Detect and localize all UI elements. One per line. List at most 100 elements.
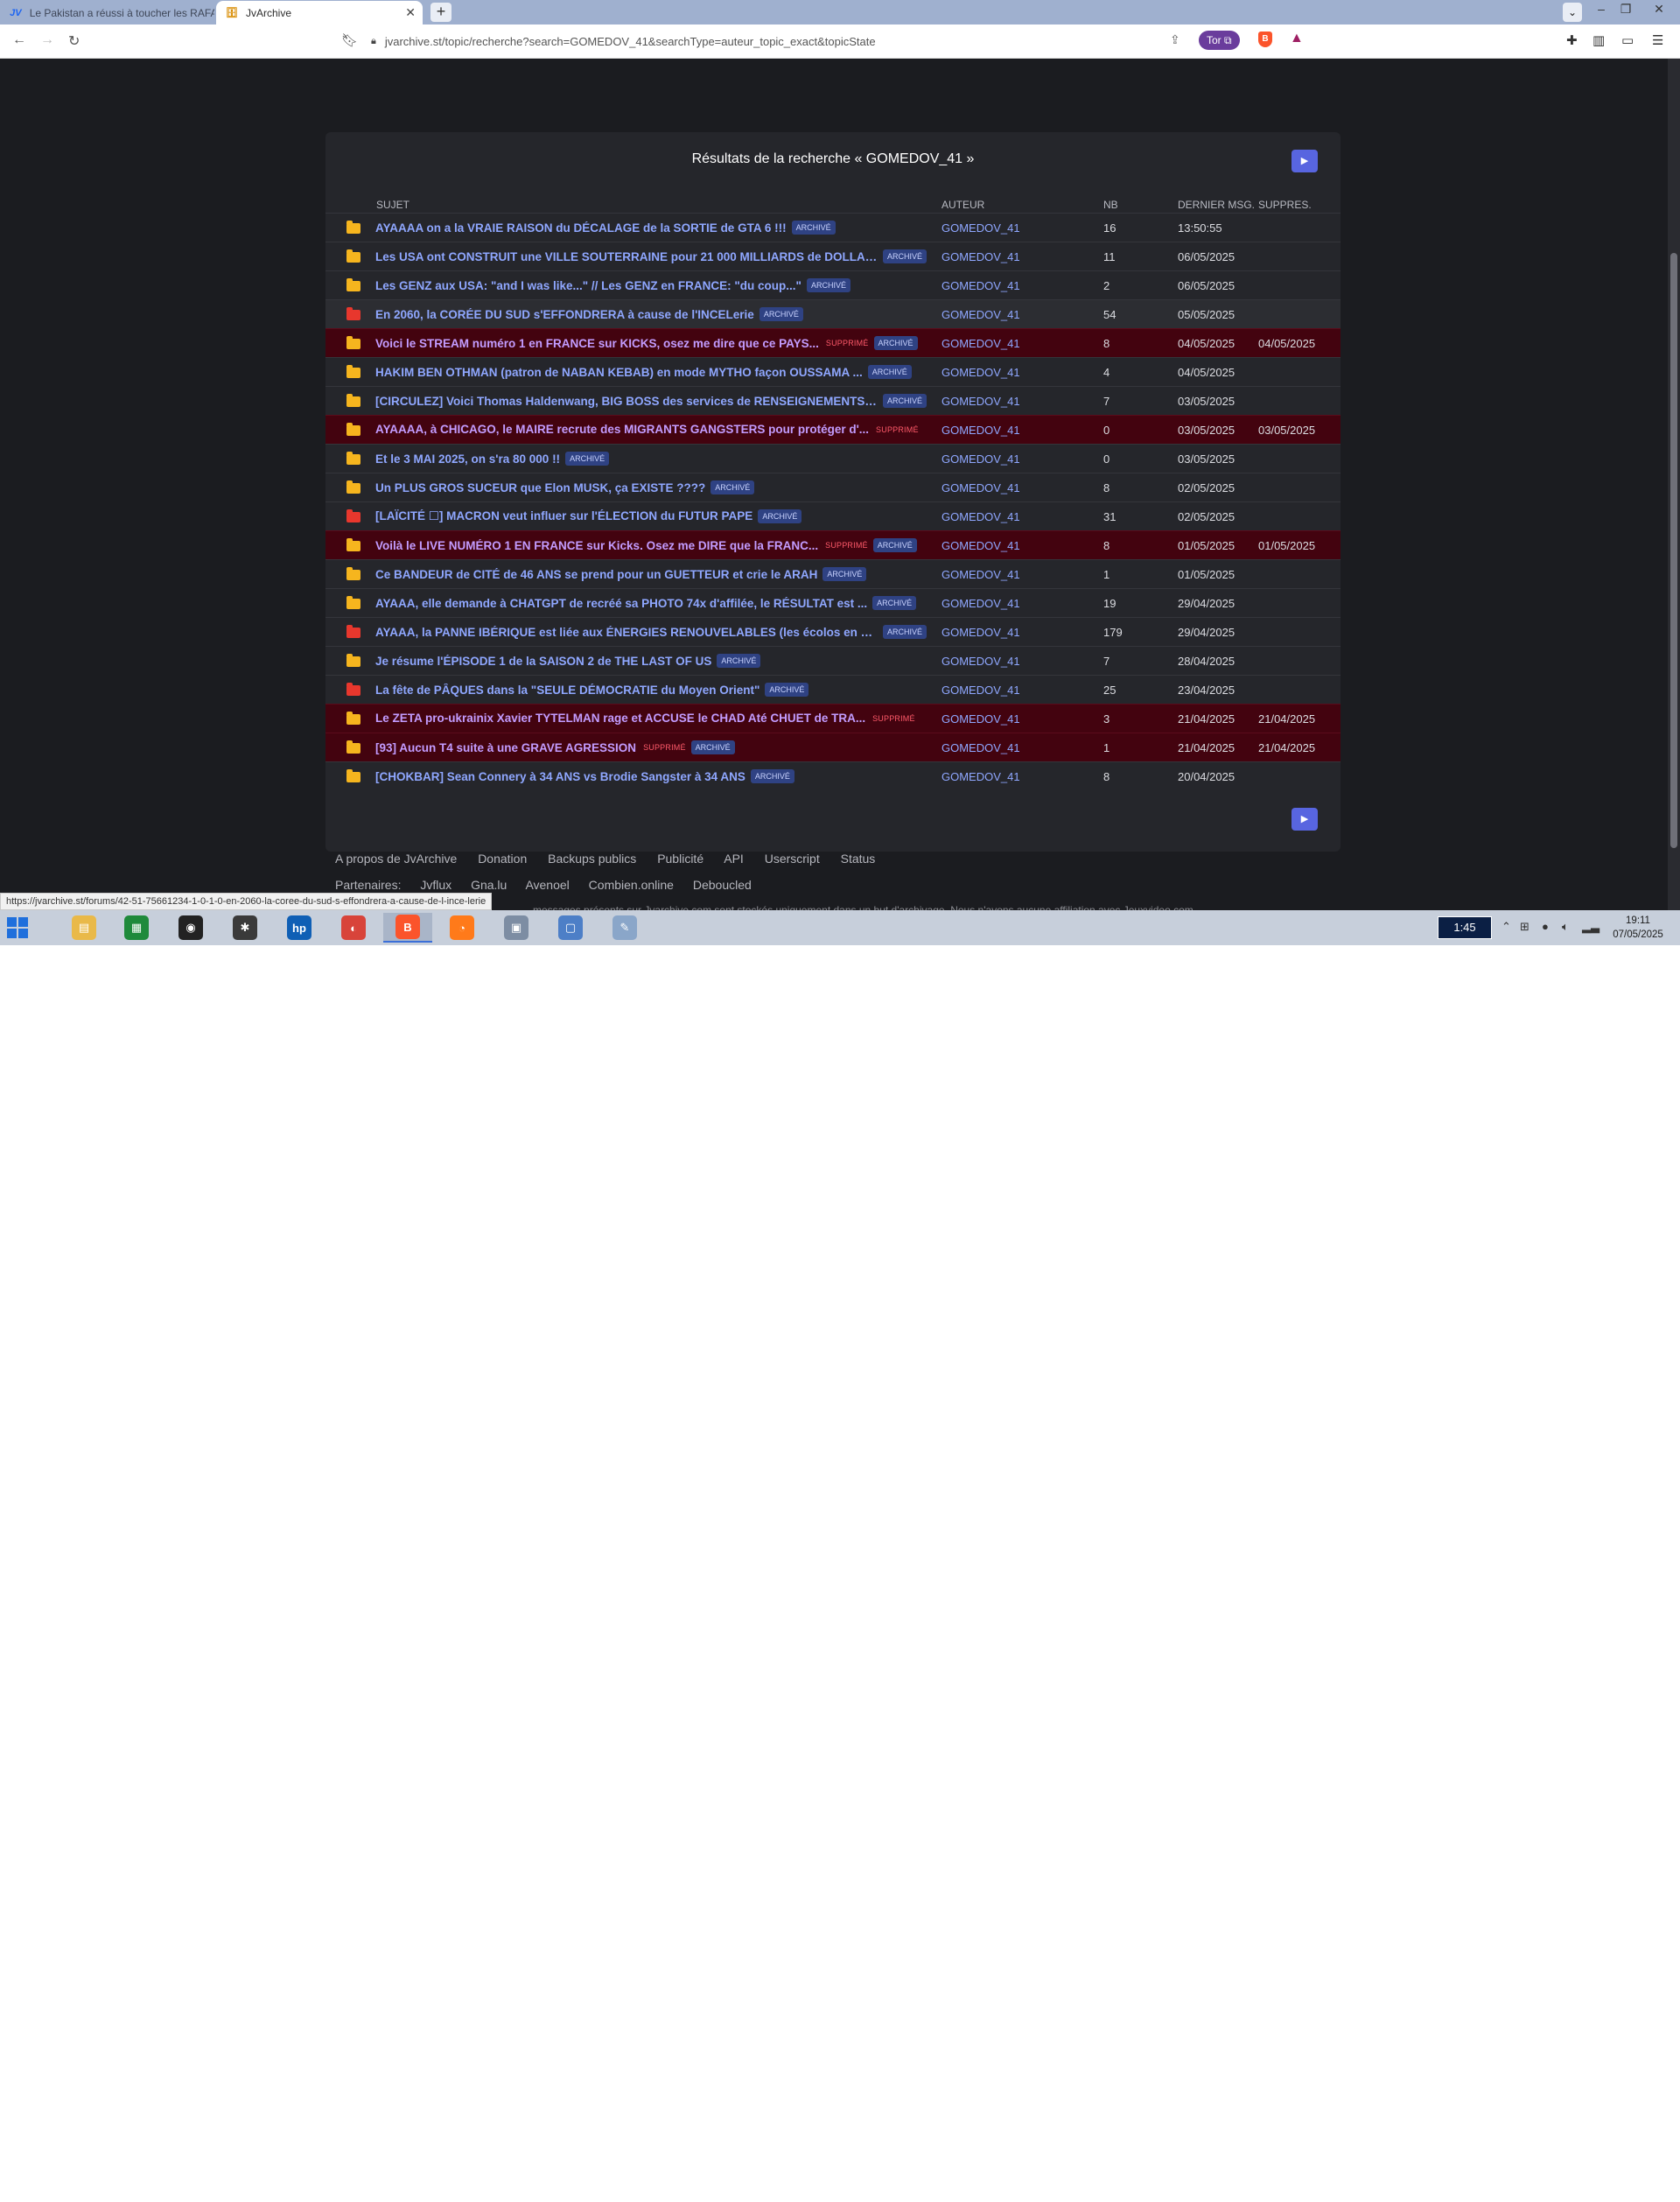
- page-scrollbar[interactable]: [1668, 59, 1680, 910]
- restore-icon[interactable]: ❐: [1612, 0, 1640, 19]
- topic-link[interactable]: [CIRCULEZ] Voici Thomas Haldenwang, BIG …: [375, 395, 878, 408]
- topic-last-message: 21/04/2025: [1178, 741, 1236, 754]
- topic-author-link[interactable]: GOMEDOV_41: [942, 684, 1020, 697]
- tab-search-chevron-icon[interactable]: ⌄: [1563, 3, 1582, 22]
- weather-tray-icon[interactable]: ●: [1542, 920, 1549, 933]
- topic-author-link[interactable]: GOMEDOV_41: [942, 568, 1020, 581]
- partner-link-deboucled[interactable]: Deboucled: [693, 878, 752, 892]
- tab-jvarchive[interactable]: 🗄 JvArchive ✕: [216, 1, 423, 25]
- partner-link-gnalu[interactable]: Gna.lu: [471, 878, 507, 892]
- camera-app-icon[interactable]: ◉: [166, 913, 215, 943]
- topic-author-link[interactable]: GOMEDOV_41: [942, 741, 1020, 754]
- sidebar-icon[interactable]: ▥: [1592, 32, 1605, 48]
- table-body: AYAAAA on a la VRAIE RAISON du DÉCALAGE …: [326, 213, 1340, 790]
- next-page-button[interactable]: ▶: [1292, 150, 1318, 172]
- topic-author-link[interactable]: GOMEDOV_41: [942, 424, 1020, 437]
- footer-link-backups[interactable]: Backups publics: [548, 852, 636, 866]
- clock-widget[interactable]: 1:45: [1438, 916, 1492, 939]
- topic-link[interactable]: HAKIM BEN OTHMAN (patron de NABAN KEBAB)…: [375, 366, 863, 379]
- partner-link-jvflux[interactable]: Jvflux: [420, 878, 452, 892]
- topic-author-link[interactable]: GOMEDOV_41: [942, 539, 1020, 552]
- file-explorer-icon[interactable]: ▤: [60, 913, 108, 943]
- topic-link[interactable]: AYAAAA on a la VRAIE RAISON du DÉCALAGE …: [375, 221, 787, 235]
- wifi-signal-icon[interactable]: ▂▃: [1582, 920, 1600, 934]
- bookmark-icon[interactable]: 🔖︎: [341, 32, 358, 48]
- footer-link-userscript[interactable]: Userscript: [765, 852, 820, 866]
- topic-author-link[interactable]: GOMEDOV_41: [942, 510, 1020, 523]
- topic-link[interactable]: Et le 3 MAI 2025, on s'ra 80 000 !!: [375, 452, 560, 466]
- system-clock[interactable]: 19:11 07/05/2025: [1601, 914, 1675, 942]
- deleted-badge: SUPPRIMÉ: [872, 713, 915, 723]
- photo-editor-app-icon[interactable]: ✱: [220, 913, 270, 943]
- partner-link-combien[interactable]: Combien.online: [589, 878, 674, 892]
- topic-link[interactable]: AYAAA, elle demande à CHATGPT de recréé …: [375, 597, 867, 610]
- extensions-icon[interactable]: ✚: [1566, 32, 1578, 48]
- topic-link[interactable]: Les USA ont CONSTRUIT une VILLE SOUTERRA…: [375, 250, 878, 263]
- forward-icon[interactable]: →: [40, 32, 54, 48]
- topic-author-link[interactable]: GOMEDOV_41: [942, 597, 1020, 610]
- topic-link[interactable]: Un PLUS GROS SUCEUR que Elon MUSK, ça EX…: [375, 481, 705, 494]
- topic-author-link[interactable]: GOMEDOV_41: [942, 279, 1020, 292]
- next-page-button[interactable]: ▶: [1292, 808, 1318, 831]
- topic-link[interactable]: AYAAA, la PANNE IBÉRIQUE est liée aux ÉN…: [375, 626, 878, 639]
- tab-jeuxvideo[interactable]: JV Le Pakistan a réussi à toucher les RA…: [0, 1, 214, 25]
- brave-shields-icon[interactable]: B: [1258, 32, 1272, 47]
- hp-app-icon[interactable]: hp: [275, 913, 324, 943]
- spreadsheet-app-icon[interactable]: ▦: [112, 913, 161, 943]
- tor-button[interactable]: Tor ⧉: [1199, 31, 1240, 50]
- close-tab-icon[interactable]: ✕: [405, 5, 416, 20]
- wallet-icon[interactable]: ▭: [1621, 32, 1634, 48]
- topic-link[interactable]: [93] Aucun T4 suite à une GRAVE AGRESSIO…: [375, 741, 636, 754]
- topic-link[interactable]: Les GENZ aux USA: "and I was like..." //…: [375, 279, 802, 292]
- topic-author-link[interactable]: GOMEDOV_41: [942, 221, 1020, 235]
- brave-rewards-icon[interactable]: ▲: [1290, 31, 1304, 46]
- footer-link-status[interactable]: Status: [841, 852, 876, 866]
- volume-icon[interactable]: 🔈︎: [1562, 920, 1569, 934]
- topic-link[interactable]: Le ZETA pro-ukrainix Xavier TYTELMAN rag…: [375, 712, 865, 725]
- paint-app-icon[interactable]: ✎: [600, 913, 649, 943]
- topic-author-link[interactable]: GOMEDOV_41: [942, 395, 1020, 408]
- topic-author-link[interactable]: GOMEDOV_41: [942, 712, 1020, 726]
- topic-author-link[interactable]: GOMEDOV_41: [942, 770, 1020, 783]
- topic-link[interactable]: [LAÏCITÉ ☐] MACRON veut influer sur l'ÉL…: [375, 509, 752, 523]
- topic-subject: AYAAAA, à CHICAGO, le MAIRE recrute des …: [375, 423, 927, 436]
- topic-link[interactable]: AYAAAA, à CHICAGO, le MAIRE recrute des …: [375, 423, 869, 436]
- topic-author-link[interactable]: GOMEDOV_41: [942, 366, 1020, 379]
- scrollbar-thumb[interactable]: [1670, 253, 1677, 848]
- archived-badge: ARCHIVÉ: [710, 480, 755, 494]
- jvarchive-favicon-icon: 🗄: [226, 8, 238, 18]
- footer-link-ads[interactable]: Publicité: [657, 852, 704, 866]
- network-tray-icon[interactable]: ⊞: [1520, 920, 1530, 934]
- reload-icon[interactable]: ↻: [68, 32, 80, 50]
- footer-link-api[interactable]: API: [724, 852, 744, 866]
- topic-author-link[interactable]: GOMEDOV_41: [942, 655, 1020, 668]
- menu-icon[interactable]: ☰: [1652, 32, 1663, 48]
- topic-link[interactable]: Je résume l'ÉPISODE 1 de la SAISON 2 de …: [375, 655, 711, 668]
- topic-author-link[interactable]: GOMEDOV_41: [942, 308, 1020, 321]
- windows-start-icon[interactable]: [7, 917, 28, 938]
- topic-author-link[interactable]: GOMEDOV_41: [942, 452, 1020, 466]
- topic-link[interactable]: Voici le STREAM numéro 1 en FRANCE sur K…: [375, 337, 819, 350]
- new-tab-button[interactable]: +: [430, 3, 452, 22]
- topic-author-link[interactable]: GOMEDOV_41: [942, 337, 1020, 350]
- partner-link-avenoel[interactable]: Avenoel: [525, 878, 569, 892]
- back-icon[interactable]: ←: [12, 32, 26, 48]
- topic-author-link[interactable]: GOMEDOV_41: [942, 626, 1020, 639]
- footer-link-donation[interactable]: Donation: [478, 852, 527, 866]
- close-window-icon[interactable]: ✕: [1645, 0, 1673, 19]
- topic-link[interactable]: En 2060, la CORÉE DU SUD s'EFFONDRERA à …: [375, 308, 754, 321]
- topic-link[interactable]: Voilà le LIVE NUMÉRO 1 EN FRANCE sur Kic…: [375, 539, 818, 552]
- recorder-app-icon[interactable]: ◐: [329, 913, 378, 943]
- topic-author-link[interactable]: GOMEDOV_41: [942, 250, 1020, 263]
- topic-link[interactable]: La fête de PÂQUES dans la "SEULE DÉMOCRA…: [375, 684, 760, 697]
- remote-desktop-app-icon[interactable]: ▢: [546, 913, 595, 943]
- printer-app-icon[interactable]: ▣: [492, 913, 541, 943]
- topic-author-link[interactable]: GOMEDOV_41: [942, 481, 1020, 494]
- brave-app-icon[interactable]: B: [383, 913, 432, 943]
- topic-link[interactable]: [CHOKBAR] Sean Connery à 34 ANS vs Brodi…: [375, 770, 746, 783]
- topic-link[interactable]: Ce BANDEUR de CITÉ de 46 ANS se prend po…: [375, 568, 817, 581]
- footer-link-about[interactable]: A propos de JvArchive: [335, 852, 457, 866]
- firefox-app-icon[interactable]: ◔: [438, 913, 486, 943]
- share-icon[interactable]: ⇪: [1170, 32, 1180, 47]
- tray-chevron-icon[interactable]: ⌃: [1502, 920, 1511, 934]
